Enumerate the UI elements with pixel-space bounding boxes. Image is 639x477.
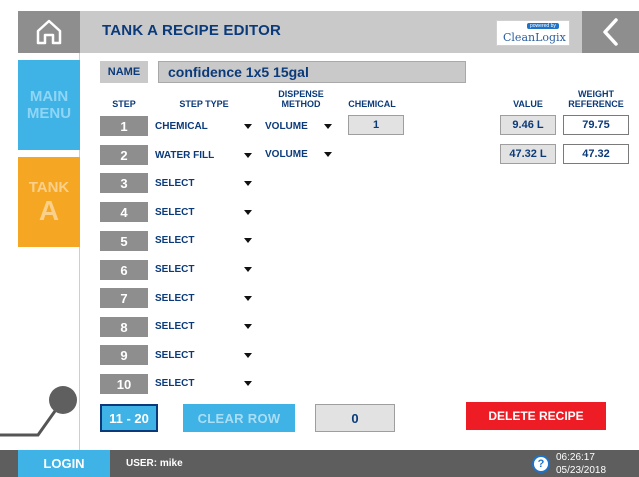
step-number-4: 4: [100, 202, 148, 222]
step-type-select-8[interactable]: SELECT: [152, 316, 256, 336]
step-type-value-8: SELECT: [155, 320, 195, 332]
dispense-method-select-2[interactable]: VOLUME: [262, 144, 336, 164]
col-header-weight-line2: REFERENCE: [568, 99, 624, 109]
col-header-step: STEP: [112, 99, 136, 109]
weight-reference-field-2[interactable]: 47.32: [563, 144, 629, 164]
col-header-weight-line1: WEIGHT: [578, 89, 614, 99]
help-icon[interactable]: ?: [532, 455, 550, 473]
clear-row-button[interactable]: CLEAR ROW: [183, 404, 295, 432]
dispense-method-value-2: VOLUME: [265, 148, 308, 160]
tank-label: TANK: [28, 178, 70, 196]
weight-reference-field-1[interactable]: 79.75: [563, 115, 629, 135]
dropdown-arrow-icon: [244, 181, 252, 186]
recipe-editor-screen: TANK A RECIPE EDITOR powered by CleanLog…: [0, 0, 639, 477]
step-type-select-7[interactable]: SELECT: [152, 288, 256, 308]
step-type-select-4[interactable]: SELECT: [152, 202, 256, 222]
step-number-10: 10: [100, 374, 148, 394]
value-field-1[interactable]: 9.46 L: [500, 115, 556, 135]
step-number-3: 3: [100, 173, 148, 193]
col-header-chemical: CHEMICAL: [348, 99, 396, 109]
dropdown-arrow-icon: [244, 238, 252, 243]
step-type-select-9[interactable]: SELECT: [152, 345, 256, 365]
dropdown-arrow-icon: [244, 381, 252, 386]
step-type-value-6: SELECT: [155, 263, 195, 275]
step-number-8: 8: [100, 317, 148, 337]
dropdown-arrow-icon: [244, 324, 252, 329]
step-type-value-2: WATER FILL: [155, 149, 215, 161]
main-menu-label-2: MENU: [26, 105, 72, 122]
step-number-2: 2: [100, 145, 148, 165]
dropdown-arrow-icon: [244, 210, 252, 215]
dispense-method-select-1[interactable]: VOLUME: [262, 116, 336, 136]
col-header-weight-reference: WEIGHT REFERENCE: [563, 89, 629, 109]
annotation-dot: [49, 386, 77, 414]
steps-11-20-button[interactable]: 11 - 20: [100, 404, 158, 432]
cleanlogix-logo: powered by CleanLogix: [496, 20, 570, 46]
user-label: USER: mike: [126, 458, 183, 469]
tank-letter: A: [38, 194, 60, 226]
step-type-value-4: SELECT: [155, 206, 195, 218]
dropdown-arrow-icon: [244, 124, 252, 129]
back-button[interactable]: [582, 11, 639, 53]
main-menu-label-1: MAIN: [29, 88, 69, 105]
step-number-6: 6: [100, 260, 148, 280]
tank-a-button[interactable]: TANK A: [18, 157, 80, 247]
step-type-select-5[interactable]: SELECT: [152, 230, 256, 250]
step-type-value-3: SELECT: [155, 177, 195, 189]
delete-recipe-button[interactable]: DELETE RECIPE: [466, 402, 606, 430]
col-header-value: VALUE: [513, 99, 543, 109]
col-header-dispense-line1: DISPENSE: [278, 89, 324, 99]
chemical-field-1[interactable]: 1: [348, 115, 404, 135]
step-type-value-7: SELECT: [155, 292, 195, 304]
step-type-select-2[interactable]: WATER FILL: [152, 145, 256, 165]
logo-powered-by: powered by: [527, 23, 559, 29]
row-counter-field[interactable]: 0: [315, 404, 395, 432]
dropdown-arrow-icon: [324, 124, 332, 129]
col-header-step-type: STEP TYPE: [179, 99, 229, 109]
step-type-select-3[interactable]: SELECT: [152, 173, 256, 193]
step-type-value-10: SELECT: [155, 377, 195, 389]
clock-time: 06:26:17: [556, 452, 595, 463]
dropdown-arrow-icon: [244, 296, 252, 301]
home-icon: [36, 19, 62, 45]
chevron-left-icon: [602, 18, 618, 46]
dropdown-arrow-icon: [324, 152, 332, 157]
clock: 06:26:17 05/23/2018: [556, 451, 606, 477]
step-type-select-6[interactable]: SELECT: [152, 259, 256, 279]
annotation-pointer: [0, 386, 77, 437]
step-type-value-9: SELECT: [155, 349, 195, 361]
login-button[interactable]: LOGIN: [18, 450, 110, 477]
col-header-dispense-method: DISPENSE METHOD: [262, 89, 340, 109]
col-header-dispense-line2: METHOD: [281, 99, 321, 109]
step-type-select-10[interactable]: SELECT: [152, 373, 256, 393]
dropdown-arrow-icon: [244, 153, 252, 158]
step-type-select-1[interactable]: CHEMICAL: [152, 116, 256, 136]
dropdown-arrow-icon: [244, 267, 252, 272]
step-number-9: 9: [100, 345, 148, 365]
step-number-7: 7: [100, 288, 148, 308]
recipe-name-field[interactable]: confidence 1x5 15gal: [158, 61, 466, 83]
dispense-method-value-1: VOLUME: [265, 120, 308, 132]
dropdown-arrow-icon: [244, 353, 252, 358]
step-number-1: 1: [100, 116, 148, 136]
main-menu-button[interactable]: MAIN MENU: [18, 60, 80, 150]
annotation-line: [0, 403, 62, 437]
value-field-2[interactable]: 47.32 L: [500, 144, 556, 164]
step-type-value-1: CHEMICAL: [155, 120, 208, 132]
page-title: TANK A RECIPE EDITOR: [102, 22, 282, 39]
name-label: NAME: [100, 61, 148, 83]
home-button[interactable]: [18, 11, 80, 53]
logo-text: CleanLogix: [503, 31, 566, 44]
clock-date: 05/23/2018: [556, 465, 607, 476]
step-number-5: 5: [100, 231, 148, 251]
step-type-value-5: SELECT: [155, 234, 195, 246]
